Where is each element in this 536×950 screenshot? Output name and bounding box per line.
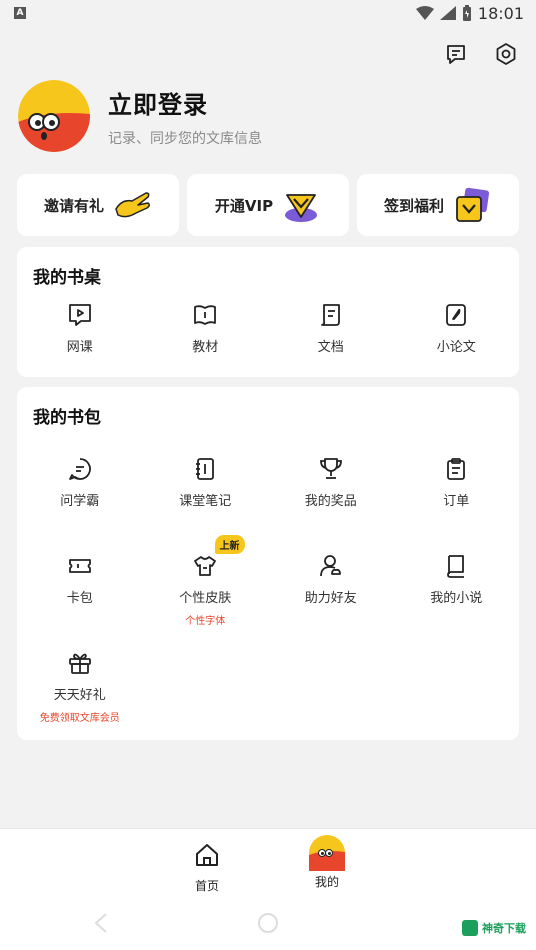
- watermark: 神奇下载: [462, 920, 526, 936]
- nav-mine[interactable]: 我的: [309, 835, 345, 890]
- system-nav-bar: [0, 912, 536, 938]
- novel-icon: [447, 555, 465, 578]
- bag-item-label: 天天好礼: [53, 688, 106, 703]
- bag-item-label: 我的奖品: [304, 494, 357, 509]
- ticket-icon: [68, 559, 91, 573]
- bag-item-my-novels[interactable]: 我的小说: [394, 553, 520, 650]
- checkin-label: 签到福利: [383, 196, 444, 215]
- trophy-icon: [319, 458, 342, 479]
- bag-item-label: 课堂笔记: [179, 494, 232, 509]
- status-time: 18:01: [477, 3, 524, 23]
- bag-item-ask-expert[interactable]: 问学霸: [17, 456, 143, 553]
- desk-item-label: 文档: [317, 340, 344, 355]
- bag-item-class-notes[interactable]: 课堂笔记: [143, 456, 269, 553]
- new-badge: 上新: [214, 535, 245, 554]
- back-icon[interactable]: [92, 912, 110, 934]
- bag-item-label: 我的小说: [430, 591, 483, 606]
- open-book-icon: [194, 305, 217, 325]
- desk-item-essay[interactable]: 小论文: [394, 302, 520, 355]
- desk-title: 我的书桌: [33, 268, 101, 288]
- document-icon: [320, 304, 340, 326]
- checkin-button[interactable]: 签到福利: [357, 174, 519, 236]
- mascot-avatar-icon: [18, 80, 90, 152]
- bag-grid: 问学霸 课堂笔记 我的奖品 订单 卡包 上新 个性皮肤 个性字体 助力好友 我的…: [17, 456, 519, 747]
- hand-wave-icon: [115, 192, 151, 218]
- clipboard-icon: [447, 458, 466, 480]
- status-bar: A 18:01: [0, 0, 536, 26]
- nav-home-label: 首页: [194, 879, 219, 893]
- home-circle-icon[interactable]: [257, 912, 279, 934]
- checkin-card-icon: [456, 187, 490, 222]
- notification-icon: A: [14, 7, 26, 19]
- avatar[interactable]: [18, 80, 90, 152]
- nav-home[interactable]: 首页: [193, 841, 221, 894]
- status-right: 18:01: [415, 3, 524, 23]
- bag-card: 我的书包 问学霸 课堂笔记 我的奖品 订单 卡包 上新 个性皮肤 个性字体 助力…: [17, 387, 519, 740]
- friend-icon: [319, 555, 341, 577]
- header-actions: [444, 42, 518, 66]
- signal-icon: [439, 6, 456, 20]
- wifi-icon: [415, 6, 434, 20]
- watermark-logo-icon: [462, 920, 478, 936]
- vip-button[interactable]: 开通VIP: [187, 174, 349, 236]
- pen-note-icon: [446, 304, 467, 326]
- desk-card: 我的书桌 网课 教材 文档 小论文: [17, 247, 519, 377]
- play-chat-icon: [68, 304, 91, 326]
- desk-item-label: 网课: [66, 340, 93, 355]
- bag-item-label: 订单: [443, 494, 470, 509]
- bag-item-sub: 免费领取文库会员: [39, 713, 120, 724]
- bag-item-daily-gift[interactable]: 天天好礼 免费领取文库会员: [17, 650, 143, 747]
- desk-grid: 网课 教材 文档 小论文: [17, 302, 519, 355]
- settings-icon[interactable]: [494, 42, 518, 66]
- home-icon: [196, 844, 218, 866]
- profile-section[interactable]: 立即登录 记录、同步您的文库信息: [18, 80, 262, 152]
- desk-item-label: 教材: [192, 340, 219, 355]
- login-subtitle: 记录、同步您的文库信息: [108, 130, 262, 147]
- quick-actions: 邀请有礼 开通VIP 签到福利: [17, 174, 519, 236]
- nav-mine-label: 我的: [314, 875, 339, 889]
- login-title[interactable]: 立即登录: [108, 85, 262, 120]
- desk-item-online-course[interactable]: 网课: [17, 302, 143, 355]
- bag-item-skins[interactable]: 上新 个性皮肤 个性字体: [143, 535, 269, 650]
- battery-icon: [462, 5, 471, 21]
- bag-item-label: 问学霸: [60, 494, 100, 509]
- notebook-icon: [196, 458, 215, 480]
- invite-label: 邀请有礼: [43, 196, 104, 215]
- desk-item-document[interactable]: 文档: [268, 302, 394, 355]
- bag-item-orders[interactable]: 订单: [394, 456, 520, 553]
- vip-label: 开通VIP: [214, 196, 274, 215]
- bag-item-label: 个性皮肤: [179, 591, 232, 606]
- vip-badge-icon: [285, 194, 318, 222]
- mascot-avatar-icon: [309, 835, 345, 871]
- desk-item-label: 小论文: [436, 340, 476, 355]
- watermark-text: 神奇下载: [482, 922, 526, 935]
- bag-title: 我的书包: [33, 408, 101, 428]
- message-icon[interactable]: [444, 42, 468, 66]
- invite-button[interactable]: 邀请有礼: [17, 174, 179, 236]
- question-chat-icon: [68, 458, 91, 480]
- tshirt-icon: [194, 556, 217, 576]
- gift-icon: [68, 653, 91, 674]
- desk-item-textbook[interactable]: 教材: [143, 302, 269, 355]
- bag-item-label: 卡包: [66, 591, 93, 606]
- bag-item-prizes[interactable]: 我的奖品: [268, 456, 394, 553]
- bag-item-card-wallet[interactable]: 卡包: [17, 553, 143, 650]
- bag-item-help-friend[interactable]: 助力好友: [268, 553, 394, 650]
- bag-item-label: 助力好友: [304, 591, 357, 606]
- bag-item-sub: 个性字体: [185, 616, 226, 627]
- profile-text: 立即登录 记录、同步您的文库信息: [108, 85, 262, 148]
